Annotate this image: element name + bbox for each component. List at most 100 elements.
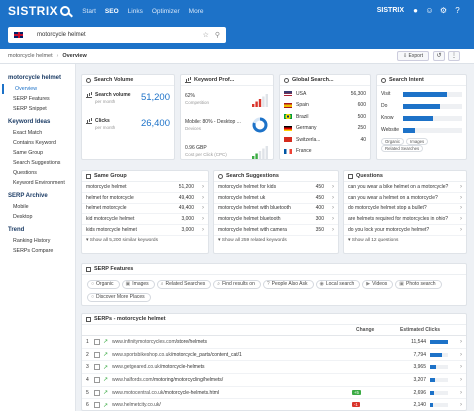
chevron-right-icon[interactable]: › — [452, 205, 462, 211]
list-item-text[interactable]: helmet for motorcycle — [86, 195, 179, 201]
serp-url[interactable]: www.getgeared.co.uk/motorcycle-helmets — [112, 364, 352, 370]
list-item-text[interactable]: motorcycle helmet with camera — [218, 227, 316, 233]
chevron-right-icon[interactable]: › — [324, 216, 334, 222]
help-icon[interactable]: ? — [453, 6, 462, 15]
chevron-right-icon[interactable]: › — [324, 227, 334, 233]
checkbox[interactable] — [94, 364, 100, 371]
chevron-right-icon[interactable]: › — [452, 364, 462, 370]
serp-url[interactable]: www.helmetcity.co.uk/ — [112, 402, 352, 408]
sidebar-item-search-suggestions[interactable]: Search Suggestions — [0, 158, 75, 168]
chevron-right-icon[interactable]: › — [324, 205, 334, 211]
search-input[interactable]: motorcycle helmet ☆ ⚲ — [8, 27, 226, 43]
sistrix-logo[interactable]: SISTRIX — [8, 4, 71, 18]
star-icon[interactable]: ☆ — [203, 31, 209, 39]
list-item[interactable]: do motorcycle helmet stop a bullet? › — [344, 204, 466, 215]
list-item[interactable]: motorcycle helmet bluetooth 300 › — [214, 214, 338, 226]
chevron-right-icon[interactable]: › — [194, 205, 204, 211]
chevron-right-icon[interactable]: › — [194, 195, 204, 201]
serp-row[interactable]: 2 ↗ www.sportsbikeshop.co.uk/motorcycle_pa… — [82, 349, 466, 362]
show-all-similar-link[interactable]: ▾ Show all 5,200 similar keywords — [82, 236, 208, 246]
sidebar-item-mobile[interactable]: Mobile — [0, 202, 75, 212]
list-item-text[interactable]: motorcycle helmet for kids — [218, 184, 316, 190]
chevron-right-icon[interactable]: › — [324, 195, 334, 201]
sidebar-item-exact-match[interactable]: Exact Match — [0, 128, 75, 138]
chevron-right-icon[interactable]: › — [452, 184, 462, 190]
list-item[interactable]: motorcycle helmet with bluetooth 400 › — [214, 204, 338, 215]
chevron-right-icon[interactable]: › — [452, 195, 462, 201]
intent-tag[interactable]: Images — [406, 138, 429, 145]
intent-tag[interactable]: Related Searches — [381, 145, 424, 152]
change-column-header[interactable]: Change — [356, 327, 400, 333]
list-item[interactable]: motorcycle helmet with camera 350 › — [214, 225, 338, 236]
gear-icon[interactable]: ⚙ — [439, 6, 448, 15]
serp-feature-tag[interactable]: ◉ Local search — [315, 280, 361, 289]
sidebar-item-serp-snippet[interactable]: SERP Snippet — [0, 104, 75, 114]
serp-feature-tag[interactable]: ○ Organic — [87, 280, 120, 289]
chevron-right-icon[interactable]: › — [452, 216, 462, 222]
list-item[interactable]: motorcycle helmet for kids 450 › — [214, 182, 338, 193]
nav-item-optimizer[interactable]: Optimizer — [152, 8, 180, 15]
serp-row[interactable]: 5 ↗ www.motocentral.co.uk/motorcycle-helme… — [82, 387, 466, 400]
checkbox[interactable] — [94, 351, 100, 358]
checkbox[interactable] — [94, 338, 100, 345]
list-item-text[interactable]: do you lock your motorcycle helmet? — [348, 227, 452, 233]
serp-url[interactable]: www.infinitymotorcycles.com/store/helmet… — [112, 339, 352, 345]
list-item-text[interactable]: can you wear a helmet on a motorcycle? — [348, 195, 452, 201]
sidebar-item-serp-features[interactable]: SERP Features — [0, 94, 75, 104]
list-item[interactable]: helmet motorcycle 49,400 › — [82, 204, 208, 215]
sidebar-item-serps-compare[interactable]: SERPs Compare — [0, 246, 75, 256]
checkbox[interactable] — [94, 402, 100, 409]
search-query[interactable]: motorcycle helmet — [37, 32, 203, 38]
checkbox[interactable] — [94, 389, 100, 396]
chevron-right-icon[interactable]: › — [452, 227, 462, 233]
list-item-text[interactable]: helmet motorcycle — [86, 205, 179, 211]
intent-tag[interactable]: Organic — [381, 138, 405, 145]
serp-feature-tag[interactable]: ▣ Photo search — [395, 280, 442, 289]
list-item-text[interactable]: motorcycle helmet — [86, 184, 179, 190]
serp-row[interactable]: 6 ↗ www.helmetcity.co.uk/-1 2,140 › — [82, 399, 466, 410]
list-item-text[interactable]: do motorcycle helmet stop a bullet? — [348, 205, 452, 211]
list-item[interactable]: kid motorcycle helmet 3,000 › — [82, 214, 208, 226]
sidebar-item-same-group[interactable]: Same Group — [0, 148, 75, 158]
chevron-right-icon[interactable]: › — [452, 377, 462, 383]
show-all-questions-link[interactable]: ▾ Show all 12 questions — [344, 236, 466, 246]
serp-feature-tag[interactable]: ▶ Videos — [362, 280, 394, 289]
chevron-right-icon[interactable]: › — [324, 184, 334, 190]
sidebar-item-questions[interactable]: Questions — [0, 168, 75, 178]
chevron-right-icon[interactable]: › — [452, 402, 462, 408]
serp-url[interactable]: www.halfords.com/motoring/motorcycling/h… — [112, 377, 352, 383]
sidebar-item-ranking-history[interactable]: Ranking History — [0, 236, 75, 246]
list-item[interactable]: can you wear a helmet on a motorcycle? › — [344, 193, 466, 204]
nav-item-seo[interactable]: SEO — [105, 8, 119, 15]
list-item[interactable]: can you wear a bike helmet on a motorcyc… — [344, 182, 466, 193]
list-item[interactable]: are helmets required for motorcycles in … — [344, 214, 466, 226]
search-icon[interactable]: ⚲ — [215, 31, 220, 39]
clicks-column-header[interactable]: Estimated Clicks — [400, 327, 462, 333]
list-item[interactable]: do you lock your motorcycle helmet? › — [344, 225, 466, 236]
list-item-text[interactable]: can you wear a bike helmet on a motorcyc… — [348, 184, 452, 190]
list-item[interactable]: motorcycle helmet uk 450 › — [214, 193, 338, 204]
serp-feature-tag[interactable]: ⌕ Related Searches — [156, 280, 212, 289]
export-button[interactable]: ⇩ Export — [396, 51, 429, 61]
sidebar-item-keyword-environment[interactable]: Keyword Environment — [0, 178, 75, 188]
share-button[interactable]: ↺ — [433, 51, 445, 61]
checkbox[interactable] — [94, 376, 100, 383]
show-all-related-link[interactable]: ▾ Show all 259 related keywords — [214, 236, 338, 246]
chevron-right-icon[interactable]: › — [194, 184, 204, 190]
chevron-right-icon[interactable]: › — [452, 339, 462, 345]
user-icon[interactable]: ☺ — [425, 6, 434, 15]
nav-item-start[interactable]: Start — [82, 8, 96, 15]
list-item-text[interactable]: motorcycle helmet bluetooth — [218, 216, 316, 222]
serp-row[interactable]: 1 ↗ www.infinitymotorcycles.com/store/helm… — [82, 336, 466, 349]
serp-row[interactable]: 4 ↗ www.halfords.com/motoring/motorcycling… — [82, 374, 466, 387]
sidebar-item-desktop[interactable]: Desktop — [0, 212, 75, 222]
bell-icon[interactable]: ● — [411, 6, 420, 15]
serp-feature-tag[interactable]: ○ Discover More Places — [87, 293, 151, 302]
list-item[interactable]: motorcycle helmet 51,200 › — [82, 182, 208, 193]
breadcrumb-root[interactable]: motorcycle helmet — [8, 53, 53, 59]
chevron-right-icon[interactable]: › — [452, 352, 462, 358]
list-item-text[interactable]: motorcycle helmet uk — [218, 195, 316, 201]
chevron-right-icon[interactable]: › — [452, 390, 462, 396]
serp-row[interactable]: 3 ↗ www.getgeared.co.uk/motorcycle-helmets… — [82, 361, 466, 375]
more-options-button[interactable]: ⋮ — [448, 51, 460, 61]
